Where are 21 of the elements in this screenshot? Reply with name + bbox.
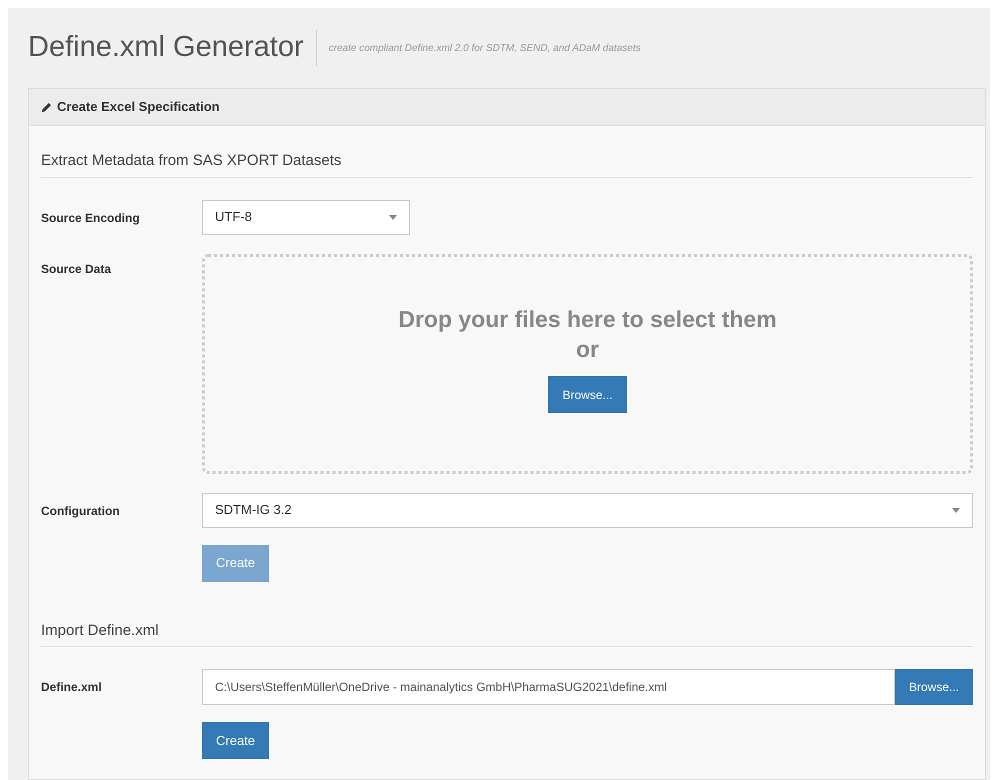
page-title: Define.xml Generator — [28, 30, 305, 66]
section-heading: Extract Metadata from SAS XPORT Datasets — [41, 150, 973, 178]
file-path-field[interactable]: C:\Users\SteffenMüller\OneDrive - mainanalytics GmbH\PharmaSUG2021\define.xml — [202, 669, 895, 705]
page-subtitle: create compliant Define.xml 2.0 for SDTM, SEND, and ADaM datasets — [316, 30, 641, 66]
create-button[interactable]: Create — [202, 722, 270, 759]
caret-icon — [389, 214, 397, 220]
caret-icon — [952, 508, 960, 512]
field-label: Configuration — [41, 502, 121, 520]
field-label: Source Data — [41, 260, 112, 278]
field-label: Define.xml — [41, 679, 103, 696]
pencil-icon — [41, 102, 52, 112]
section-heading: Import Define.xml — [41, 620, 973, 647]
select-field[interactable]: SDTM-IG 3.2 — [202, 492, 973, 528]
or-text: or — [576, 335, 599, 364]
browse-button[interactable]: Browse... — [548, 376, 626, 413]
drop-zone[interactable]: Drop your files here to select them or Browse... — [202, 254, 973, 474]
field-label: Source Encoding — [41, 210, 141, 226]
drop-text: Drop your files here to select them — [398, 305, 777, 334]
panel-title: Create Excel Specification — [57, 98, 220, 116]
browse-button[interactable]: Browse... — [894, 669, 973, 705]
select-field[interactable]: UTF-8 — [202, 200, 410, 234]
